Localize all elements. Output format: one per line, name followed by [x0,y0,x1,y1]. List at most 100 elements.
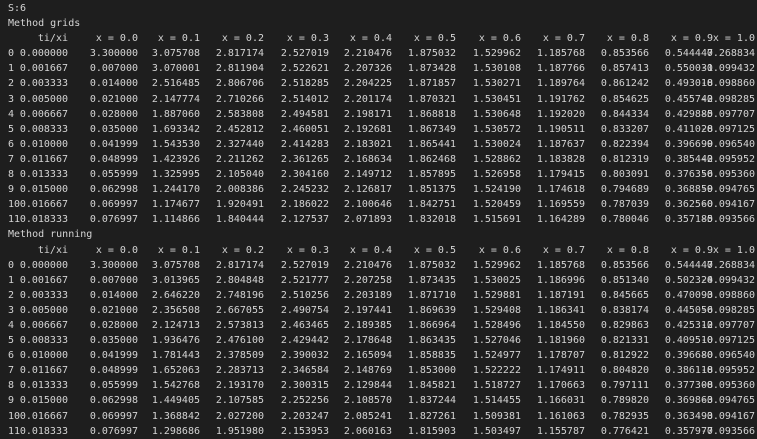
column-header: x = 0.6 [478,33,521,45]
column-header: x = 0.9 [670,33,713,45]
table-cell: 3.070001 [151,63,200,75]
table-row: 10 0.016667 0.069997 1.174677 1.920491 2.1860… [0,197,757,212]
table-cell: 2.573813 [215,319,264,331]
table-cell: 0.015000 [19,395,68,407]
table-cell: -0.096540 [700,138,755,150]
table-cell: 2.527019 [280,48,329,60]
column-header: x = 0.3 [286,33,329,45]
table-cell: 2.460051 [280,123,329,135]
row-index: 6 [8,350,15,362]
table-cell: 2.147774 [151,93,200,105]
column-header: x = 0.3 [286,244,329,256]
table-cell: 1.244170 [151,184,200,196]
table-cell: 1.543530 [151,138,200,150]
table-cell: 0.007000 [89,274,138,286]
table-cell: 2.748196 [215,289,264,301]
column-header: x = 0.2 [221,244,264,256]
table-cell: 2.300315 [280,380,329,392]
table-cell: 0.797111 [600,380,649,392]
table-cell: 1.518727 [472,380,521,392]
table-cell: -0.094167 [700,199,755,211]
table-cell: 1.191762 [536,93,585,105]
table-cell: 0.028000 [89,108,138,120]
table-cell: 2.197441 [343,304,392,316]
table-cell: 2.514012 [280,93,329,105]
row-index: 11 [8,425,21,437]
table-cell: 1.873435 [407,274,456,286]
table-cell: 2.210476 [343,48,392,60]
row-index: 4 [8,319,15,331]
table-cell: 2.124713 [151,319,200,331]
column-header: x = 0.0 [95,244,138,256]
column-header: x = 0.2 [221,33,264,45]
table-cell: 2.211262 [215,153,264,165]
table-cell: 1.868818 [407,108,456,120]
table-cell: 2.361265 [280,153,329,165]
table-cell: -0.095952 [700,365,755,377]
table-cell: 0.035000 [89,335,138,347]
row-index: 4 [8,108,15,120]
table-cell: 2.494581 [280,108,329,120]
column-header: x = 0.6 [478,244,521,256]
column-header: x = 0.0 [95,33,138,45]
table-cell: 1.186341 [536,304,585,316]
table-cell: 1.530648 [472,108,521,120]
table-cell: 1.183828 [536,153,585,165]
table-cell: 1.529962 [472,48,521,60]
row-index: 2 [8,78,15,90]
table-cell: 2.201174 [343,93,392,105]
table-cell: 0.003333 [19,289,68,301]
output-header-line: S:6 [0,1,757,16]
table-cell: 0.041999 [89,138,138,150]
table-cell: 1.514455 [472,395,521,407]
column-header: x = 0.1 [157,33,200,45]
output-header-text: S:6 [8,3,27,14]
table-cell: 1.187191 [536,289,585,301]
table-row: 4 0.006667 0.028000 1.887060 2.583808 2.49458… [0,107,757,122]
table-cell: 1.169559 [536,199,585,211]
table-cell: 1.166031 [536,395,585,407]
table-cell: 1.187637 [536,138,585,150]
table-cell: 2.060163 [343,425,392,437]
table-cell: 1.869639 [407,304,456,316]
table-cell: 2.245232 [280,184,329,196]
table-cell: 0.013333 [19,169,68,181]
table-cell: 1.920491 [215,199,264,211]
table-header-row: ti/xi x = 0.0 x = 0.1 x = 0.2 x = 0.3 x = 0.4… [0,31,757,46]
table-cell: 0.021000 [89,304,138,316]
table-cell: 1.530572 [472,123,521,135]
table-cell: 2.521777 [280,274,329,286]
table-cell: 2.100646 [343,199,392,211]
table-cell: 2.193170 [215,380,264,392]
table-cell: 2.008386 [215,184,264,196]
column-header: x = 0.4 [349,33,392,45]
table-title: Method grids [8,18,81,30]
table-cell: 2.804848 [215,274,264,286]
table-cell: 0.001667 [19,274,68,286]
table-row: 11 0.018333 0.076997 1.114866 1.840444 2.1275… [0,212,757,227]
table-cell: 3.300000 [89,259,138,271]
table-cell: 1.863435 [407,335,456,347]
table-cell: 0.803091 [600,169,649,181]
row-index: 9 [8,395,15,407]
table-cell: 0.821331 [600,335,649,347]
table-cell: -0.098285 [700,304,755,316]
table-cell: 1.509381 [472,410,521,422]
table-cell: 2.204225 [343,78,392,90]
table-cell: 1.528862 [472,153,521,165]
table-cell: 0.804820 [600,365,649,377]
row-index: 5 [8,123,15,135]
table-cell: 1.529408 [472,304,521,316]
table-cell: 2.811904 [215,63,264,75]
table-cell: 2.710266 [215,93,264,105]
table-cell: 0.854625 [600,93,649,105]
table-cell: 0.853566 [600,259,649,271]
table-cell: 1.174677 [151,199,200,211]
table-cell: 1.951980 [215,425,264,437]
row-index: 0 [8,48,15,60]
table-cell: 0.812319 [600,153,649,165]
table-cell: 0.861242 [600,78,649,90]
table-cell: 1.837244 [407,395,456,407]
table-row: 2 0.003333 0.014000 2.646220 2.748196 2.51025… [0,288,757,303]
table-cell: 2.165094 [343,350,392,362]
